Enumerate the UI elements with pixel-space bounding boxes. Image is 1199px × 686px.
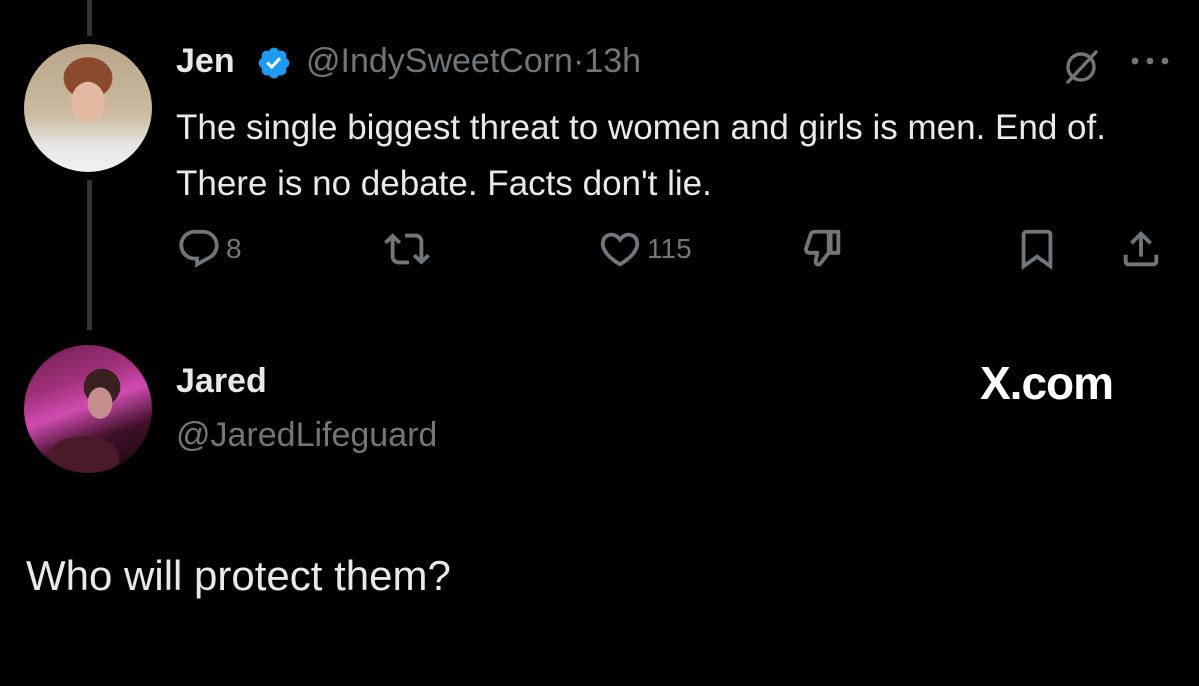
like-button[interactable]: 115 — [597, 226, 692, 272]
dislike-button[interactable] — [800, 226, 846, 272]
reply-count: 8 — [226, 233, 242, 264]
reply-author-name[interactable]: Jared — [176, 362, 267, 401]
retweet-icon — [384, 233, 430, 265]
author-name[interactable]: Jen — [176, 42, 235, 81]
heart-icon — [600, 232, 640, 267]
timestamp[interactable]: 13h — [584, 42, 641, 80]
bookmark-icon — [1021, 229, 1053, 270]
bookmark-button[interactable] — [1014, 226, 1060, 272]
grok-icon[interactable] — [1062, 48, 1100, 86]
more-dots-icon[interactable] — [1128, 54, 1172, 68]
author-handle[interactable]: @IndySweetCorn — [306, 42, 573, 80]
share-icon — [1123, 230, 1159, 267]
reply-icon — [179, 229, 219, 268]
reply-author-handle[interactable]: @JaredLifeguard — [176, 416, 437, 455]
reply-text: Who will protect them? — [26, 552, 451, 599]
tweet-text: The single biggest threat to women and g… — [176, 108, 1106, 203]
handle-and-time: @IndySweetCorn·13h — [306, 42, 641, 81]
retweet-button[interactable] — [384, 226, 430, 272]
avatar-jared[interactable] — [24, 345, 152, 473]
thread-line — [87, 180, 92, 330]
thumbs-down-icon — [804, 229, 841, 267]
like-count: 115 — [647, 233, 692, 264]
separator: · — [572, 42, 585, 80]
share-button[interactable] — [1118, 226, 1164, 272]
xcom-watermark: X.com — [980, 357, 1114, 409]
reply-button[interactable]: 8 — [176, 226, 242, 272]
thread-line-top — [87, 0, 92, 36]
avatar-jen[interactable] — [24, 44, 152, 172]
verified-badge-icon — [258, 47, 290, 79]
